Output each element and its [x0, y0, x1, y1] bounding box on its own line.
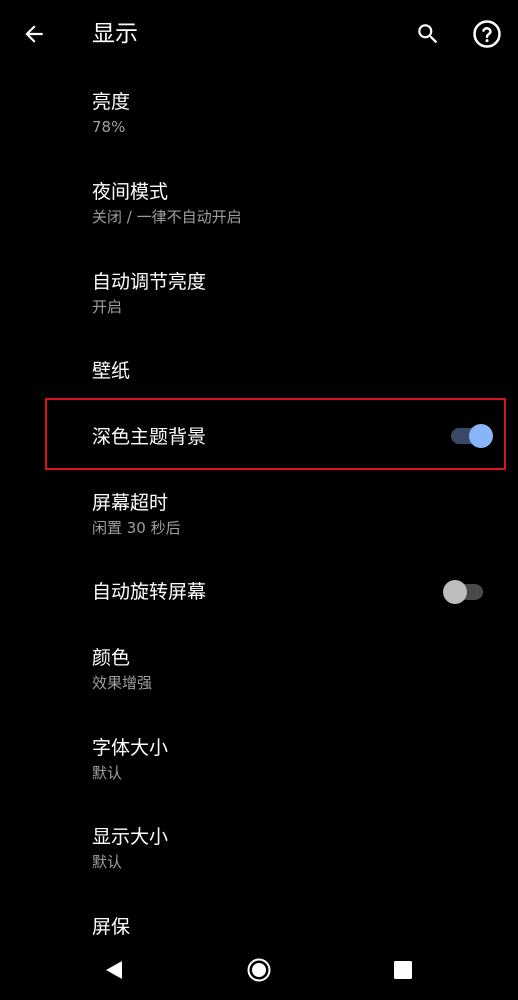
setting-title: 壁纸: [92, 360, 131, 382]
setting-title: 颜色: [92, 647, 131, 669]
setting-title: 自动调节亮度: [92, 271, 207, 293]
navigation-bar: [0, 940, 518, 1000]
search-button[interactable]: [408, 14, 448, 54]
setting-font-size[interactable]: 字体大小 默认: [0, 726, 518, 796]
back-button[interactable]: [14, 14, 54, 54]
nav-back-triangle-icon: [106, 961, 122, 979]
setting-brightness[interactable]: 亮度 78%: [0, 80, 518, 150]
setting-title: 字体大小: [92, 737, 169, 759]
setting-screen-timeout[interactable]: 屏幕超时 闲置 30 秒后: [0, 480, 518, 550]
arrow-back-icon: [25, 25, 43, 43]
nav-recents-square-icon: [394, 961, 412, 979]
setting-title: 夜间模式: [92, 181, 169, 203]
dark-theme-toggle[interactable]: [449, 422, 493, 450]
setting-color[interactable]: 颜色 效果增强: [0, 636, 518, 706]
toggle-thumb: [443, 580, 467, 604]
nav-back-button[interactable]: [94, 950, 134, 990]
setting-dark-theme[interactable]: 深色主题背景: [0, 405, 518, 467]
nav-home-circle-icon: [247, 958, 271, 982]
setting-summary: 关闭 / 一律不自动开启: [92, 208, 242, 226]
setting-summary: 闲置 30 秒后: [92, 519, 181, 537]
setting-wallpaper[interactable]: 壁纸: [0, 345, 518, 400]
setting-summary: 开启: [92, 298, 123, 316]
setting-night-mode[interactable]: 夜间模式 关闭 / 一律不自动开启: [0, 170, 518, 240]
nav-home-button[interactable]: [239, 950, 279, 990]
search-icon: [418, 24, 438, 44]
setting-title: 屏保: [92, 916, 131, 938]
setting-title: 亮度: [92, 91, 131, 113]
setting-title: 深色主题背景: [92, 426, 207, 448]
help-circle-icon: [473, 20, 501, 48]
setting-summary: 78%: [92, 118, 126, 136]
auto-rotate-toggle[interactable]: [443, 578, 487, 606]
help-button[interactable]: [467, 14, 507, 54]
page-title: 显示: [92, 21, 138, 47]
setting-title: 显示大小: [92, 826, 169, 848]
setting-adaptive-brightness[interactable]: 自动调节亮度 开启: [0, 260, 518, 330]
setting-auto-rotate[interactable]: 自动旋转屏幕: [0, 565, 518, 620]
top-app-bar: 显示: [0, 0, 518, 68]
setting-title: 自动旋转屏幕: [92, 581, 207, 603]
setting-title: 屏幕超时: [92, 492, 169, 514]
setting-display-size[interactable]: 显示大小 默认: [0, 815, 518, 885]
setting-summary: 默认: [92, 764, 123, 782]
toggle-thumb: [469, 424, 493, 448]
nav-recents-button[interactable]: [383, 950, 423, 990]
setting-summary: 效果增强: [92, 674, 153, 692]
setting-summary: 默认: [92, 853, 123, 871]
